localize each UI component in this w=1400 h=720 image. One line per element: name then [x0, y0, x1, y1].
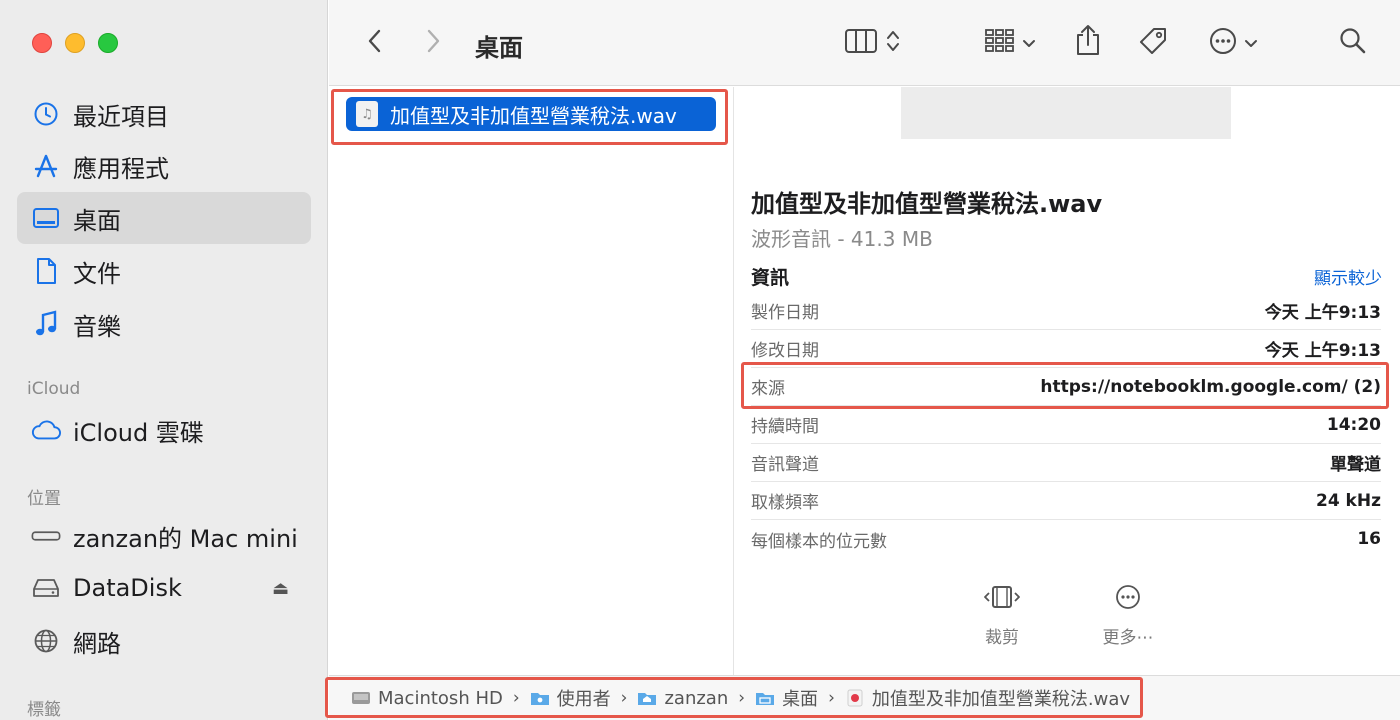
search-button[interactable]: [1335, 24, 1371, 62]
music-note-icon: [31, 309, 61, 339]
back-button[interactable]: [359, 26, 391, 60]
info-row-duration: 持續時間 14:20: [751, 406, 1381, 444]
desktop-icon: [31, 203, 61, 233]
clock-icon: [31, 99, 61, 129]
sidebar-item-label: 音樂: [73, 312, 121, 341]
share-button[interactable]: [1071, 22, 1105, 62]
mac-mini-icon: [31, 521, 61, 551]
sidebar-item-icloud-drive[interactable]: iCloud 雲碟: [17, 404, 311, 456]
sidebar-item-documents[interactable]: 文件: [17, 245, 311, 297]
zoom-button[interactable]: [98, 33, 118, 53]
info-value: 16: [1357, 529, 1381, 549]
document-icon: [31, 256, 61, 286]
trim-button[interactable]: 裁剪: [967, 579, 1037, 648]
sidebar-item-label: 最近項目: [73, 102, 169, 131]
sidebar-item-mac-mini[interactable]: zanzan的 Mac mini: [17, 510, 311, 562]
close-button[interactable]: [32, 33, 52, 53]
sidebar-item-datadisk[interactable]: DataDisk ⏏: [17, 562, 311, 614]
chevron-updown-icon: [886, 29, 900, 57]
eject-icon[interactable]: ⏏: [272, 578, 289, 599]
chevron-right-icon: [425, 28, 441, 58]
sidebar: 最近項目 應用程式 桌面 文件 音樂 iCloud iCloud 雲碟 位置 z…: [0, 0, 328, 720]
info-value: 14:20: [1326, 414, 1381, 435]
info-value: 單聲道: [1330, 455, 1381, 475]
globe-icon: [31, 626, 61, 656]
sidebar-item-label: DataDisk: [73, 574, 182, 602]
info-value: 今天 上午9:13: [1264, 341, 1381, 361]
preview-title: 加值型及非加值型營業稅法.wav: [751, 190, 1103, 218]
forward-button[interactable]: [417, 26, 449, 60]
search-icon: [1338, 26, 1368, 60]
info-value: 今天 上午9:13: [1264, 303, 1381, 323]
highlight-box-file: [331, 89, 728, 145]
sidebar-item-label: 桌面: [73, 206, 121, 235]
disk-icon: [31, 573, 61, 603]
action-menu-button[interactable]: [1203, 24, 1263, 62]
trim-icon: [982, 579, 1022, 615]
trim-label: 裁剪: [985, 628, 1019, 648]
preview-thumbnail: [901, 87, 1231, 139]
info-header: 資訊: [751, 267, 790, 289]
share-icon: [1074, 23, 1102, 61]
sidebar-section-locations: 位置: [27, 489, 61, 509]
chevron-left-icon: [367, 28, 383, 58]
info-row-sample-rate: 取樣頻率 24 kHz: [751, 482, 1381, 520]
sidebar-section-tags: 標籤: [27, 700, 61, 720]
finder-window: 最近項目 應用程式 桌面 文件 音樂 iCloud iCloud 雲碟 位置 z…: [0, 0, 1400, 720]
toolbar: 桌面: [329, 0, 1400, 86]
grid-icon: [984, 28, 1016, 58]
sidebar-item-label: iCloud 雲碟: [73, 418, 204, 447]
info-key: 持續時間: [751, 417, 819, 437]
group-button[interactable]: [977, 24, 1043, 62]
sidebar-item-label: zanzan的 Mac mini: [73, 524, 298, 553]
apps-icon: [31, 151, 61, 181]
sidebar-item-music[interactable]: 音樂: [17, 298, 311, 350]
cloud-icon: [31, 415, 61, 445]
chevron-down-icon: [1022, 34, 1036, 53]
ellipsis-circle-icon: [1208, 26, 1238, 60]
view-mode-button[interactable]: [835, 24, 909, 62]
window-controls: [32, 33, 118, 53]
chevron-down-icon: [1244, 34, 1258, 53]
sidebar-section-icloud: iCloud: [27, 379, 81, 399]
more-icon: [1114, 579, 1142, 615]
minimize-button[interactable]: [65, 33, 85, 53]
tag-button[interactable]: [1135, 24, 1171, 62]
more-label: 更多⋯: [1102, 628, 1154, 648]
info-row-bits-per-sample: 每個樣本的位元數 16: [751, 520, 1381, 558]
highlight-box-path: [325, 677, 1143, 718]
info-key: 每個樣本的位元數: [751, 531, 887, 552]
info-value: 24 kHz: [1315, 490, 1381, 511]
highlight-box-source: [741, 362, 1389, 409]
info-row-created: 製作日期 今天 上午9:13: [751, 292, 1381, 330]
show-less-link[interactable]: 顯示較少: [1314, 264, 1382, 289]
info-row-channels: 音訊聲道 單聲道: [751, 444, 1381, 482]
more-button[interactable]: 更多⋯: [1093, 579, 1163, 648]
window-title: 桌面: [475, 34, 523, 62]
sidebar-item-recents[interactable]: 最近項目: [17, 88, 311, 140]
columns-view-icon: [844, 28, 878, 58]
sidebar-item-label: 網路: [73, 629, 121, 658]
info-key: 音訊聲道: [751, 455, 819, 475]
tag-icon: [1137, 25, 1169, 61]
file-column: ♫ 加值型及非加值型營業稅法.wav: [329, 87, 734, 675]
info-key: 取樣頻率: [751, 493, 819, 513]
info-key: 修改日期: [751, 341, 819, 361]
sidebar-item-label: 文件: [73, 259, 121, 288]
sidebar-item-applications[interactable]: 應用程式: [17, 140, 311, 192]
preview-subtitle: 波形音訊 - 41.3 MB: [751, 227, 933, 251]
sidebar-item-label: 應用程式: [73, 154, 169, 183]
sidebar-item-network[interactable]: 網路: [17, 615, 311, 667]
info-key: 製作日期: [751, 303, 819, 323]
sidebar-item-desktop[interactable]: 桌面: [17, 192, 311, 244]
